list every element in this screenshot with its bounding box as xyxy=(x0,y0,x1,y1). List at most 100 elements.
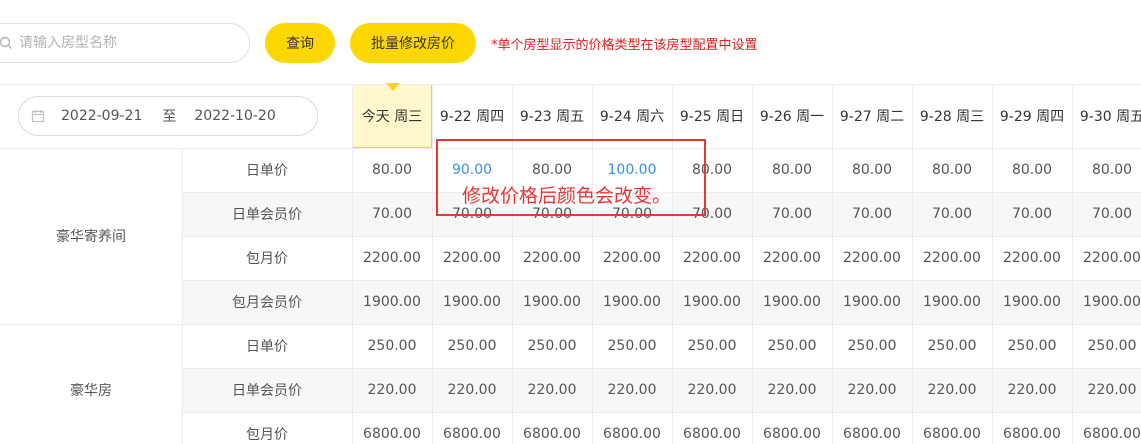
column-divider xyxy=(912,84,913,444)
calendar-icon xyxy=(31,110,45,123)
price-cell[interactable]: 250.00 xyxy=(352,324,432,368)
price-cell[interactable]: 6800.00 xyxy=(432,412,512,444)
search-icon xyxy=(0,36,12,49)
price-cell[interactable]: 2200.00 xyxy=(752,236,832,280)
query-button[interactable]: 查询 xyxy=(265,23,335,63)
price-cell[interactable]: 1900.00 xyxy=(512,280,592,324)
price-cell[interactable]: 1900.00 xyxy=(832,280,912,324)
column-divider xyxy=(1072,84,1073,444)
price-cell[interactable]: 70.00 xyxy=(352,192,432,236)
price-cell[interactable]: 220.00 xyxy=(752,368,832,412)
price-cell[interactable]: 1900.00 xyxy=(912,280,992,324)
batch-edit-price-button[interactable]: 批量修改房价 xyxy=(350,23,476,63)
price-type-hint: *单个房型显示的价格类型在该房型配置中设置 xyxy=(491,38,758,53)
date-column-header[interactable]: 今天 周三 xyxy=(352,84,432,148)
row-divider xyxy=(182,236,1141,237)
price-cell[interactable]: 250.00 xyxy=(592,324,672,368)
column-divider xyxy=(832,84,833,444)
price-cell[interactable]: 6800.00 xyxy=(512,412,592,444)
room-type-name: 豪华房 xyxy=(70,383,112,399)
column-divider xyxy=(992,84,993,444)
price-type-label: 包月价 xyxy=(246,427,288,443)
price-cell[interactable]: 6800.00 xyxy=(672,412,752,444)
price-cell[interactable]: 1900.00 xyxy=(592,280,672,324)
price-cell[interactable]: 70.00 xyxy=(992,192,1072,236)
price-cell[interactable]: 250.00 xyxy=(672,324,752,368)
date-start[interactable]: 2022-09-21 xyxy=(61,108,142,124)
row-divider xyxy=(182,412,1141,413)
price-cell[interactable]: 1900.00 xyxy=(352,280,432,324)
date-end[interactable]: 2022-10-20 xyxy=(194,108,275,124)
price-cell[interactable]: 2200.00 xyxy=(672,236,752,280)
price-cell[interactable]: 6800.00 xyxy=(912,412,992,444)
price-type-label: 日单会员价 xyxy=(232,207,302,223)
price-cell[interactable]: 70.00 xyxy=(752,192,832,236)
today-marker xyxy=(386,83,400,91)
price-cell[interactable]: 70.00 xyxy=(832,192,912,236)
price-cell[interactable]: 1900.00 xyxy=(432,280,512,324)
price-cell[interactable]: 220.00 xyxy=(512,368,592,412)
date-column-header[interactable]: 9-29 周四 xyxy=(992,84,1072,148)
column-divider xyxy=(182,148,183,444)
annotation-text: 修改价格后颜色会改变。 xyxy=(462,185,672,207)
price-cell[interactable]: 2200.00 xyxy=(512,236,592,280)
price-cell[interactable]: 6800.00 xyxy=(752,412,832,444)
price-cell[interactable]: 2200.00 xyxy=(912,236,992,280)
price-cell[interactable]: 220.00 xyxy=(832,368,912,412)
price-cell[interactable]: 80.00 xyxy=(1072,148,1141,192)
price-cell[interactable]: 6800.00 xyxy=(832,412,912,444)
price-cell[interactable]: 220.00 xyxy=(352,368,432,412)
price-cell[interactable]: 80.00 xyxy=(352,148,432,192)
price-cell[interactable]: 70.00 xyxy=(1072,192,1141,236)
price-cell[interactable]: 250.00 xyxy=(512,324,592,368)
date-separator: 至 xyxy=(162,109,177,125)
price-cell[interactable]: 80.00 xyxy=(912,148,992,192)
date-column-header[interactable]: 9-27 周二 xyxy=(832,84,912,148)
price-cell[interactable]: 80.00 xyxy=(992,148,1072,192)
price-cell[interactable]: 6800.00 xyxy=(992,412,1072,444)
search-input[interactable] xyxy=(19,35,219,51)
price-cell[interactable]: 220.00 xyxy=(992,368,1072,412)
date-column-header[interactable]: 9-30 周五 xyxy=(1072,84,1141,148)
price-cell[interactable]: 70.00 xyxy=(912,192,992,236)
price-type-label: 日单会员价 xyxy=(232,383,302,399)
price-cell[interactable]: 250.00 xyxy=(992,324,1072,368)
price-cell[interactable]: 250.00 xyxy=(752,324,832,368)
price-cell[interactable]: 220.00 xyxy=(912,368,992,412)
price-cell[interactable]: 1900.00 xyxy=(752,280,832,324)
price-cell[interactable]: 2200.00 xyxy=(832,236,912,280)
price-cell[interactable]: 6800.00 xyxy=(1072,412,1141,444)
price-type-label: 日单价 xyxy=(246,339,288,355)
price-cell[interactable]: 220.00 xyxy=(1072,368,1141,412)
price-cell[interactable]: 1900.00 xyxy=(1072,280,1141,324)
price-cell[interactable]: 80.00 xyxy=(752,148,832,192)
price-cell[interactable]: 1900.00 xyxy=(992,280,1072,324)
price-cell[interactable]: 6800.00 xyxy=(592,412,672,444)
price-cell[interactable]: 2200.00 xyxy=(992,236,1072,280)
column-divider xyxy=(672,84,673,444)
price-cell[interactable]: 250.00 xyxy=(912,324,992,368)
price-cell[interactable]: 2200.00 xyxy=(352,236,432,280)
price-cell[interactable]: 6800.00 xyxy=(352,412,432,444)
price-type-label: 包月价 xyxy=(246,251,288,267)
column-divider xyxy=(752,84,753,444)
date-range-picker[interactable]: 2022-09-21 至 2022-10-20 xyxy=(18,96,318,136)
price-cell[interactable]: 2200.00 xyxy=(1072,236,1141,280)
price-cell[interactable]: 2200.00 xyxy=(592,236,672,280)
price-cell[interactable]: 220.00 xyxy=(592,368,672,412)
price-cell[interactable]: 2200.00 xyxy=(432,236,512,280)
search-box[interactable] xyxy=(0,23,250,63)
column-divider xyxy=(432,84,433,444)
price-type-label: 日单价 xyxy=(246,163,288,179)
price-cell[interactable]: 220.00 xyxy=(432,368,512,412)
column-divider xyxy=(512,84,513,444)
toolbar: 查询 批量修改房价 *单个房型显示的价格类型在该房型配置中设置 xyxy=(0,0,1141,84)
date-column-header[interactable]: 9-26 周一 xyxy=(752,84,832,148)
price-cell[interactable]: 220.00 xyxy=(672,368,752,412)
price-cell[interactable]: 250.00 xyxy=(832,324,912,368)
price-cell[interactable]: 250.00 xyxy=(1072,324,1141,368)
price-cell[interactable]: 250.00 xyxy=(432,324,512,368)
date-column-header[interactable]: 9-28 周三 xyxy=(912,84,992,148)
price-cell[interactable]: 80.00 xyxy=(832,148,912,192)
price-cell[interactable]: 1900.00 xyxy=(672,280,752,324)
